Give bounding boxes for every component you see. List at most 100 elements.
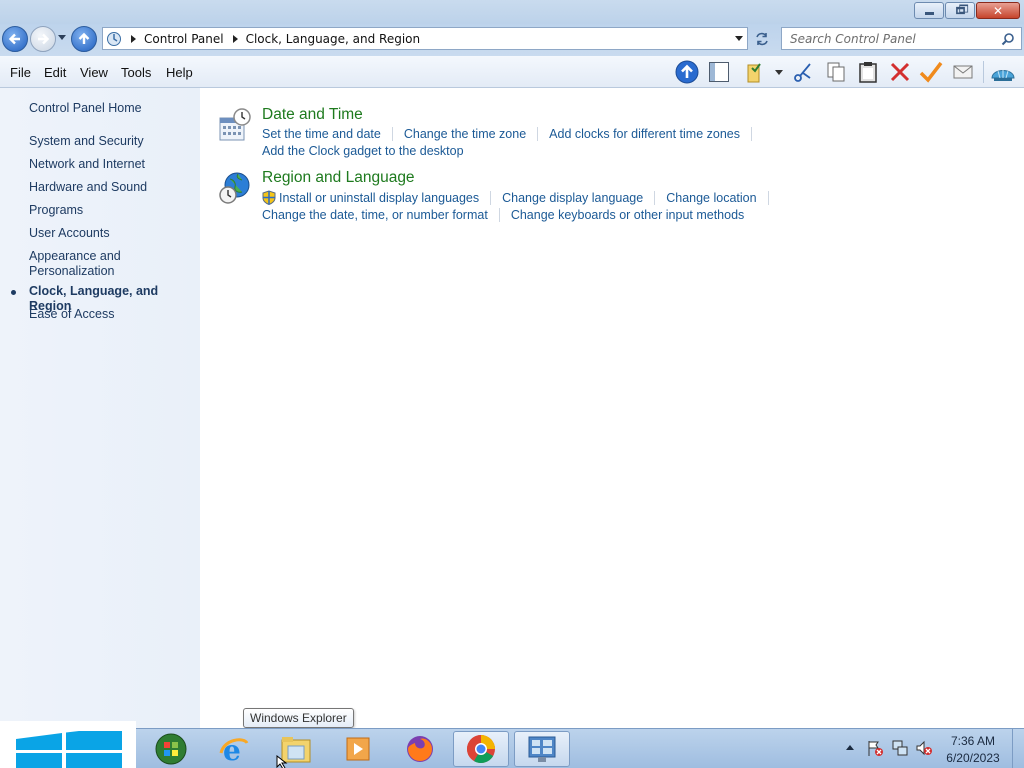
up-button[interactable]	[71, 26, 97, 52]
show-hidden-icons-button[interactable]	[846, 745, 854, 750]
sidebar-item-user-accounts[interactable]: User Accounts	[29, 226, 110, 241]
sidebar-item-label-line1: Appearance and	[29, 249, 121, 263]
task-change-date-time-number-format[interactable]: Change the date, time, or number format	[262, 208, 488, 222]
task-add-clocks[interactable]: Add clocks for different time zones	[549, 127, 740, 141]
menu-tools[interactable]: Tools	[121, 65, 151, 80]
arrow-up-icon	[78, 32, 90, 44]
uac-shield-icon	[262, 190, 276, 205]
taskbar-control-panel[interactable]	[514, 731, 570, 767]
breadcrumb-clock-language-region[interactable]: Clock, Language, and Region	[246, 32, 421, 46]
task-change-time-zone[interactable]: Change the time zone	[404, 127, 526, 141]
address-dropdown-icon[interactable]	[735, 36, 743, 41]
task-row: Change the date, time, or number format …	[262, 208, 744, 222]
control-panel-home-link[interactable]: Control Panel Home	[29, 101, 142, 116]
task-add-clock-gadget[interactable]: Add the Clock gadget to the desktop	[262, 144, 464, 158]
sidebar-item-hardware-and-sound[interactable]: Hardware and Sound	[29, 180, 147, 195]
caption-buttons: ✕	[914, 2, 1020, 19]
category-title[interactable]: Date and Time	[262, 106, 363, 124]
breadcrumb-control-panel[interactable]: Control Panel	[144, 32, 224, 46]
toolbar-shell-button[interactable]	[990, 60, 1016, 84]
clock-calendar-icon	[219, 108, 251, 141]
breadcrumb-arrow-icon	[131, 34, 136, 43]
minimize-button[interactable]	[914, 2, 944, 19]
category-title[interactable]: Region and Language	[262, 169, 415, 187]
toolbar-email-button[interactable]	[950, 60, 976, 84]
task-row: Install or uninstall display languages C…	[262, 190, 780, 205]
envelope-icon	[953, 65, 973, 79]
folder-options-dropdown-icon[interactable]	[775, 70, 783, 75]
task-separator	[498, 208, 500, 222]
restore-icon	[955, 4, 968, 15]
start-orb-icon	[155, 733, 187, 765]
taskbar-media-player[interactable]	[330, 731, 386, 767]
arrow-up-icon	[675, 60, 699, 84]
start-button[interactable]	[0, 721, 136, 768]
clock-time[interactable]: 7:36 AM	[938, 734, 1008, 748]
taskbar-start-orb[interactable]	[143, 731, 199, 767]
sidebar-item-ease-of-access[interactable]: Ease of Access	[29, 307, 114, 322]
menu-edit[interactable]: Edit	[44, 65, 66, 80]
task-install-uninstall-languages[interactable]: Install or uninstall display languages	[279, 191, 479, 205]
mouse-cursor-icon	[276, 755, 288, 768]
task-change-keyboards[interactable]: Change keyboards or other input methods	[511, 208, 744, 222]
firefox-icon	[407, 736, 433, 762]
task-change-display-language[interactable]: Change display language	[502, 191, 643, 205]
task-separator	[490, 190, 492, 205]
menu-file[interactable]: File	[10, 65, 31, 80]
navigation-bar: Control Panel Clock, Language, and Regio…	[0, 24, 1024, 56]
sidebar-item-system-and-security[interactable]: System and Security	[29, 134, 144, 149]
close-button[interactable]: ✕	[976, 2, 1020, 19]
globe-clock-icon	[219, 172, 250, 204]
clock-date[interactable]: 6/20/2023	[938, 751, 1008, 765]
toolbar-up-button[interactable]	[674, 60, 700, 84]
toolbar-folder-options-button[interactable]	[742, 60, 768, 84]
sidebar-item-network-and-internet[interactable]: Network and Internet	[29, 157, 145, 172]
toolbar-copy-button[interactable]	[823, 60, 849, 84]
menu-bar: File Edit View Tools Help	[0, 56, 1024, 88]
recent-pages-dropdown[interactable]	[58, 35, 66, 40]
control-panel-icon	[528, 736, 556, 762]
task-row: Set the time and date Change the time zo…	[262, 127, 763, 141]
scissors-icon	[794, 63, 811, 82]
restore-button[interactable]	[945, 2, 975, 19]
current-item-bullet-icon	[11, 290, 16, 295]
internet-explorer-icon: e	[219, 734, 249, 765]
toolbar-delete-button[interactable]	[887, 60, 913, 84]
task-set-time-and-date[interactable]: Set the time and date	[262, 127, 381, 141]
taskbar-internet-explorer[interactable]: e	[206, 731, 262, 767]
panes-icon	[709, 62, 729, 82]
folder-check-icon	[747, 63, 761, 83]
task-change-location[interactable]: Change location	[666, 191, 756, 205]
taskbar: e 7:36 AM 6/20/2023	[0, 721, 1024, 768]
breadcrumb-arrow-icon	[232, 34, 238, 43]
task-separator	[751, 127, 752, 141]
task-row: Add the Clock gadget to the desktop	[262, 144, 464, 158]
windows-logo-icon	[16, 731, 122, 768]
search-input[interactable]	[790, 31, 995, 46]
menu-view[interactable]: View	[80, 65, 108, 80]
toolbar-properties-button[interactable]	[918, 60, 944, 84]
show-desktop-button[interactable]	[1012, 729, 1024, 768]
main-content: Date and Time Set the time and date Chan…	[200, 88, 1024, 728]
copy-icon	[827, 62, 845, 82]
taskbar-firefox[interactable]	[392, 731, 448, 767]
menu-help[interactable]: Help	[166, 65, 193, 80]
toolbar-paste-button[interactable]	[855, 60, 881, 84]
action-center-flag-icon[interactable]	[866, 739, 884, 757]
taskbar-chrome[interactable]	[453, 731, 509, 767]
forward-button[interactable]	[30, 26, 56, 52]
sidebar-item-appearance-and-personalization[interactable]: Appearance and Personalization	[29, 249, 121, 279]
sidebar-item-label-line2: Personalization	[29, 264, 115, 278]
toolbar-panes-button[interactable]	[706, 60, 732, 84]
network-icon[interactable]	[891, 739, 909, 757]
task-separator	[391, 127, 393, 141]
toolbar-cut-button[interactable]	[790, 60, 816, 84]
back-button[interactable]	[2, 26, 28, 52]
address-bar[interactable]: Control Panel Clock, Language, and Regio…	[102, 27, 748, 50]
refresh-button[interactable]	[751, 28, 773, 49]
volume-muted-icon[interactable]	[915, 739, 933, 757]
search-box[interactable]	[781, 27, 1022, 50]
shell-icon	[991, 70, 1015, 81]
sidebar-item-programs[interactable]: Programs	[29, 203, 83, 218]
search-icon[interactable]	[1001, 32, 1015, 46]
